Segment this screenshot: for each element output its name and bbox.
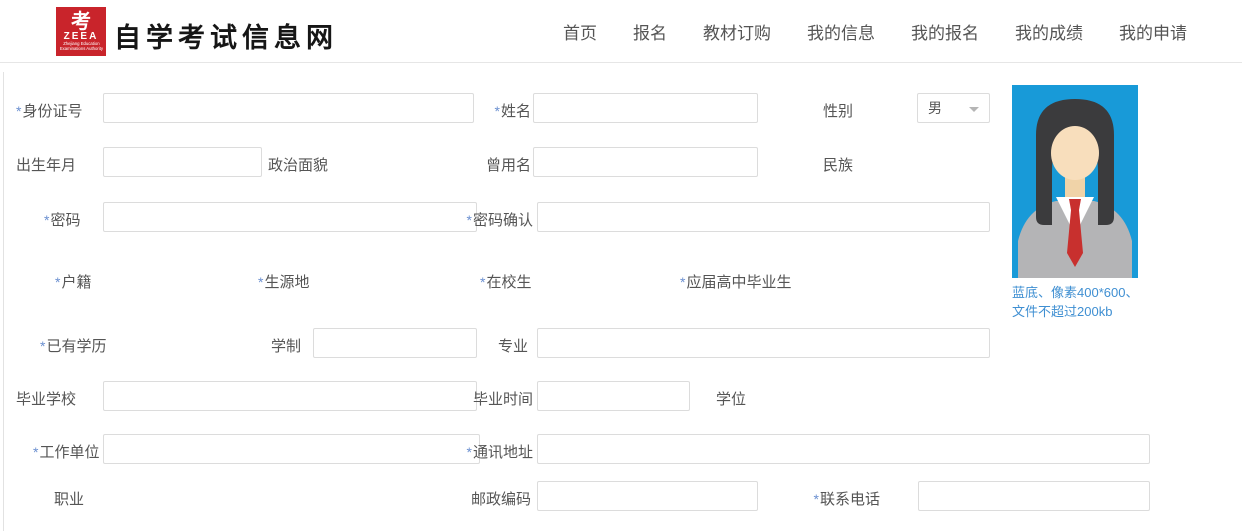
graduation-time-input[interactable] xyxy=(537,381,690,411)
required-mark: * xyxy=(33,444,38,460)
photo-hint-line2: 文件不超过200kb xyxy=(1012,302,1152,321)
mailing-address-input[interactable] xyxy=(537,434,1150,464)
postal-code-label: 邮政编码 xyxy=(431,488,531,509)
graduation-school-input[interactable] xyxy=(103,381,477,411)
required-mark: * xyxy=(55,274,60,290)
nav-my-application[interactable]: 我的申请 xyxy=(1119,19,1187,44)
required-mark: * xyxy=(40,338,45,354)
household-registration-label: *户籍 xyxy=(55,271,91,292)
birth-date-label: 出生年月 xyxy=(16,154,76,175)
logo-brand-text: ZEEA xyxy=(64,31,99,42)
photo-hint-line1: 蓝底、像素400*600、 xyxy=(1012,283,1152,302)
required-mark: * xyxy=(467,212,472,228)
employer-label: *工作单位 xyxy=(33,441,99,462)
postal-code-input[interactable] xyxy=(537,481,758,511)
id-number-input[interactable] xyxy=(103,93,474,123)
former-name-label: 曾用名 xyxy=(431,154,531,175)
nav-register[interactable]: 报名 xyxy=(633,19,667,44)
gender-label: 性别 xyxy=(823,100,853,121)
password-confirm-input[interactable] xyxy=(537,202,990,232)
nav-home[interactable]: 首页 xyxy=(563,19,597,44)
photo-requirements-hint: 蓝底、像素400*600、 文件不超过200kb xyxy=(1012,283,1152,321)
ethnicity-label: 民族 xyxy=(823,154,853,175)
content-left-border xyxy=(3,72,4,531)
major-label: 专业 xyxy=(431,335,528,356)
header: 考 ZEEA Zhejiang Education Examinations A… xyxy=(0,0,1242,63)
required-mark: * xyxy=(467,444,472,460)
logo-subtext-2: Examinations Authority xyxy=(59,47,102,51)
current-student-label: *在校生 xyxy=(480,271,531,292)
required-mark: * xyxy=(44,212,49,228)
contact-phone-input[interactable] xyxy=(918,481,1150,511)
password-label: *密码 xyxy=(44,209,80,230)
former-name-input[interactable] xyxy=(533,147,758,177)
page: 考 ZEEA Zhejiang Education Examinations A… xyxy=(0,0,1242,531)
required-mark: * xyxy=(258,274,263,290)
graduation-time-label: 毕业时间 xyxy=(431,388,533,409)
existing-education-label: *已有学历 xyxy=(40,335,106,356)
logo-glyph-icon: 考 xyxy=(71,11,91,31)
required-mark: * xyxy=(680,274,685,290)
name-label: *姓名 xyxy=(431,100,531,121)
schooling-length-label: 学制 xyxy=(221,335,301,356)
occupation-label: 职业 xyxy=(54,488,84,509)
main-nav: 首页 报名 教材订购 我的信息 我的报名 我的成绩 我的申请 xyxy=(563,0,1187,62)
chevron-down-icon xyxy=(969,107,979,112)
political-status-label: 政治面貌 xyxy=(268,154,328,175)
photo-preview[interactable] xyxy=(1012,85,1138,278)
password-input[interactable] xyxy=(103,202,477,232)
required-mark: * xyxy=(480,274,485,290)
avatar-image xyxy=(1012,85,1138,278)
site-title: 自学考试信息网 xyxy=(114,16,338,55)
employer-input[interactable] xyxy=(103,434,480,464)
nav-textbook-order[interactable]: 教材订购 xyxy=(703,19,771,44)
birth-date-input[interactable] xyxy=(103,147,262,177)
nav-my-info[interactable]: 我的信息 xyxy=(807,19,875,44)
student-origin-label: *生源地 xyxy=(258,271,309,292)
gender-selected-value: 男 xyxy=(928,98,942,118)
nav-my-scores[interactable]: 我的成绩 xyxy=(1015,19,1083,44)
contact-phone-label: *联系电话 xyxy=(780,488,880,509)
graduation-school-label: 毕业学校 xyxy=(16,388,76,409)
password-confirm-label: *密码确认 xyxy=(431,209,533,230)
required-mark: * xyxy=(814,491,819,507)
major-input[interactable] xyxy=(537,328,990,358)
mailing-address-label: *通讯地址 xyxy=(431,441,533,462)
zeea-logo: 考 ZEEA Zhejiang Education Examinations A… xyxy=(56,7,106,56)
required-mark: * xyxy=(495,103,500,119)
id-number-label: *身份证号 xyxy=(16,100,82,121)
gender-select[interactable]: 男 xyxy=(917,93,990,123)
fresh-hs-graduate-label: *应届高中毕业生 xyxy=(680,271,791,292)
degree-label: 学位 xyxy=(716,388,746,409)
required-mark: * xyxy=(16,103,21,119)
name-input[interactable] xyxy=(533,93,758,123)
nav-my-registration[interactable]: 我的报名 xyxy=(911,19,979,44)
